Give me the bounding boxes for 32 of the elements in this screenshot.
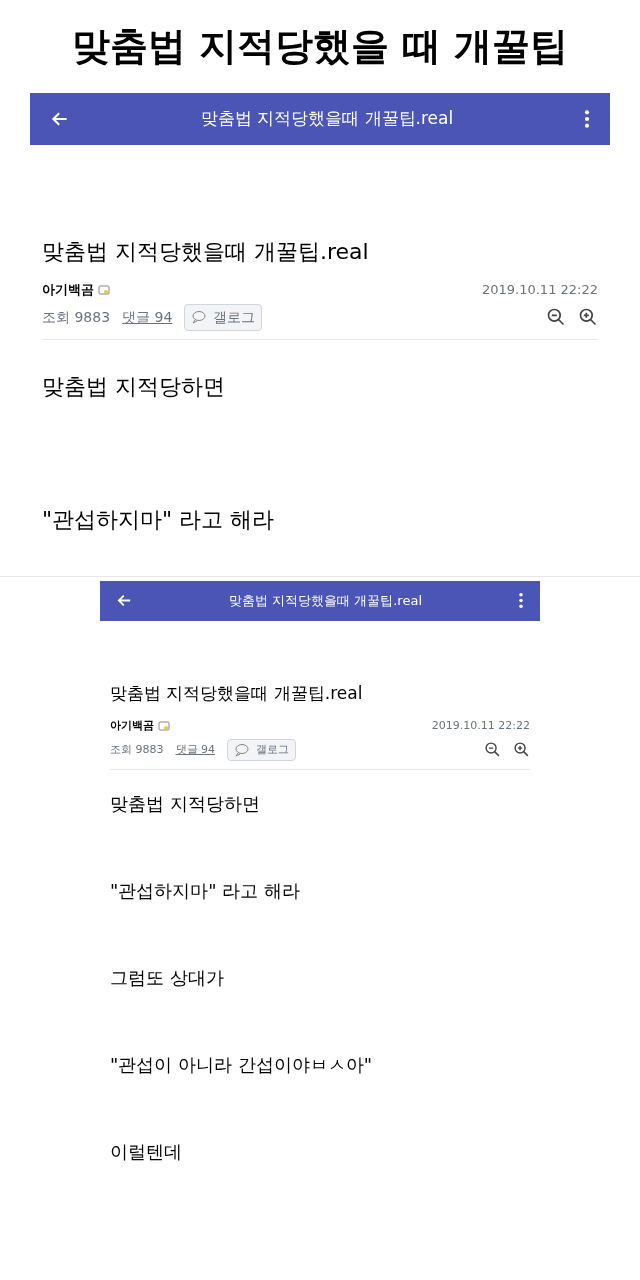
speech-bubble-icon: [234, 742, 252, 757]
zoom-out-icon[interactable]: [546, 307, 566, 327]
post-body-line: "관섭하지마" 라고 해라: [42, 505, 276, 534]
app-bar-title: 맞춤법 지적당했을때 개꿀팁.real: [228, 591, 422, 610]
more-menu-icon[interactable]: [584, 109, 590, 129]
post-body-line: "관섭하지마" 라고 해라: [110, 879, 301, 903]
gallog-icon: [98, 284, 110, 295]
back-arrow-icon[interactable]: [116, 592, 133, 609]
zoom-in-icon[interactable]: [578, 307, 598, 327]
gallog-button[interactable]: 갤로그: [184, 303, 263, 331]
more-menu-icon[interactable]: [518, 592, 524, 609]
view-count: 조회 9883: [110, 741, 164, 758]
gallog-icon: [158, 721, 170, 732]
zoom-in-icon[interactable]: [513, 741, 530, 759]
author-name: 아기백곰: [110, 718, 154, 734]
view-count: 조회 9883: [42, 307, 111, 327]
zoom-out-icon[interactable]: [484, 741, 501, 759]
post-datetime: 2019.10.11 22:22: [481, 281, 598, 299]
post-body-line: 맞춤법 지적당하면: [42, 372, 226, 401]
post-datetime: 2019.10.11 22:22: [431, 718, 530, 734]
author-name: 아기백곰: [42, 281, 94, 299]
post-body-line: "관섭이 아니라 간섭이야ㅂㅅ아": [110, 1053, 373, 1077]
post-body-line: 이럴텐데: [110, 1140, 183, 1164]
post-body-line: 맞춤법 지적당하면: [110, 792, 261, 816]
app-bar-title: 맞춤법 지적당했을때 개꿀팁.real: [200, 107, 454, 131]
comment-count-link[interactable]: 댓글 94: [175, 741, 215, 758]
headline: 맞춤법 지적당했을 때 개꿀팁: [71, 23, 569, 70]
post-body-line: 그럼또 상대가: [110, 966, 225, 990]
gallog-button[interactable]: 갤로그: [227, 738, 296, 761]
post-title: 맞춤법 지적당했을때 개꿀팁.real: [110, 681, 364, 705]
post-title: 맞춤법 지적당했을때 개꿀팁.real: [42, 238, 370, 266]
comment-count-link[interactable]: 댓글 94: [122, 306, 173, 328]
